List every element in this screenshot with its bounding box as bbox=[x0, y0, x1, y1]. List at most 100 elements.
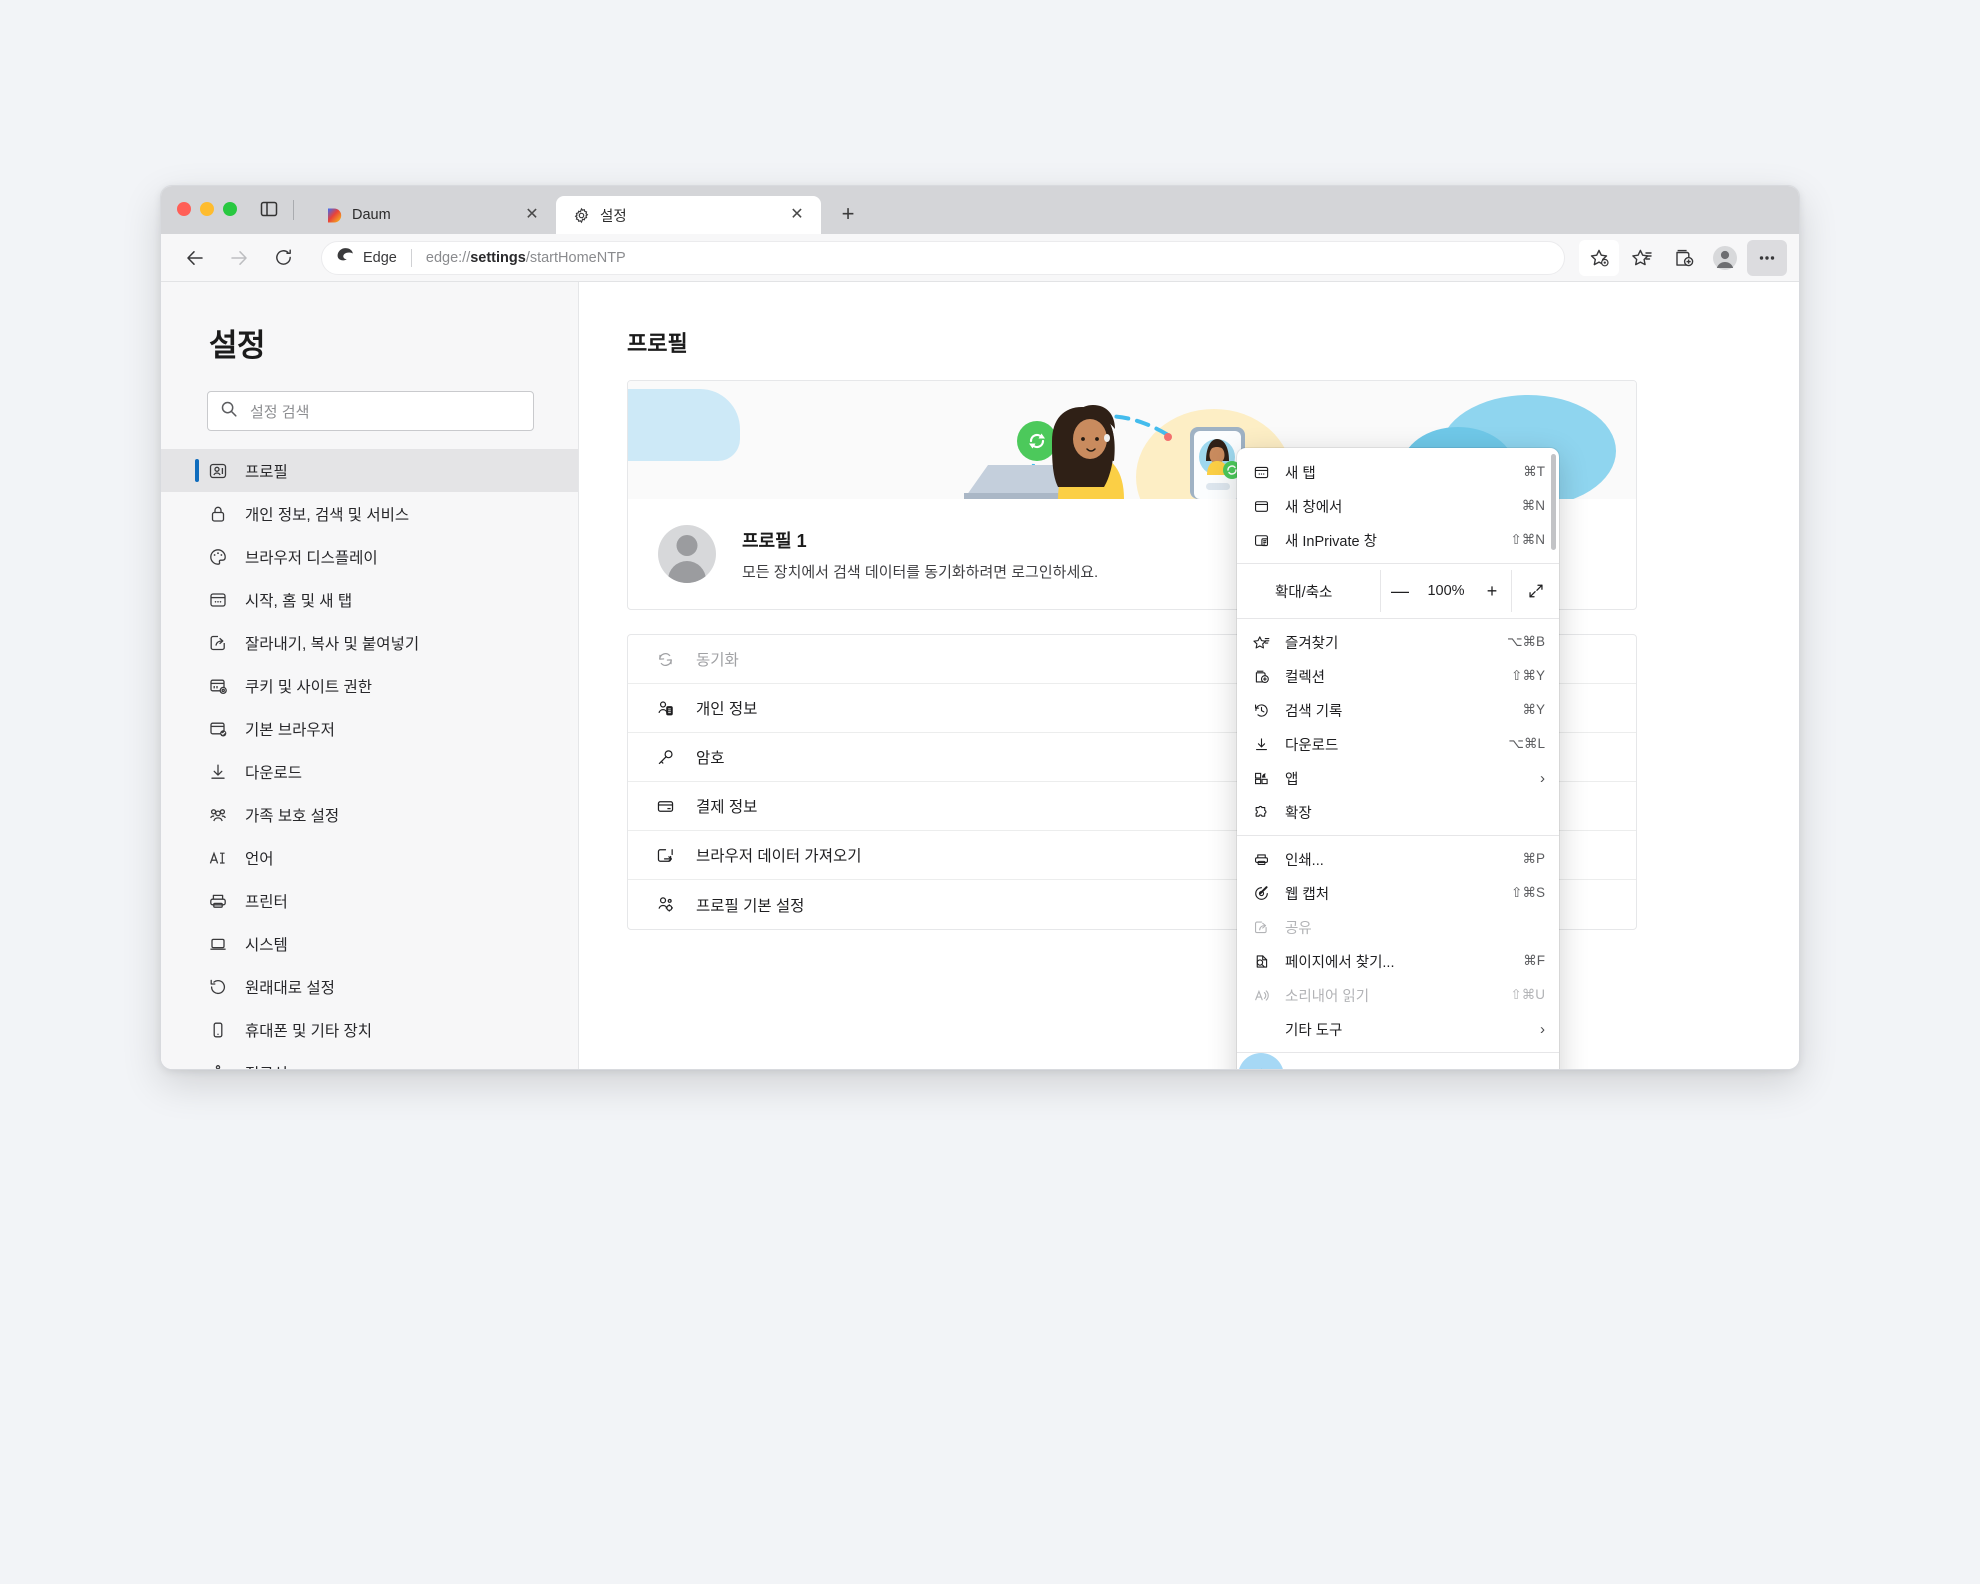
menu-item-new-tab[interactable]: 새 탭 ⌘T bbox=[1237, 455, 1559, 489]
tab-daum[interactable]: Daum ✕ bbox=[308, 196, 556, 234]
sidebar-item-label: 프로필 bbox=[245, 463, 288, 481]
menu-item-extensions[interactable]: 확장 bbox=[1237, 795, 1559, 829]
list-item-label: 개인 정보 bbox=[696, 701, 758, 718]
menu-item-label: 검색 기록 bbox=[1285, 703, 1343, 720]
menu-item-read-aloud[interactable]: 소리내어 읽기 ⇧⌘U bbox=[1237, 978, 1559, 1012]
menu-item-label: 인쇄... bbox=[1285, 852, 1324, 869]
more-options-icon[interactable] bbox=[1747, 239, 1787, 276]
menu-item-more-tools[interactable]: 기타 도구 › bbox=[1237, 1012, 1559, 1046]
profile-name: 프로필 1 bbox=[742, 530, 807, 551]
sidebar-item-cut-copy-paste[interactable]: 잘라내기, 복사 및 붙여넣기 bbox=[161, 621, 578, 664]
sidebar-item-printers[interactable]: 프린터 bbox=[161, 879, 578, 922]
new-tab-icon bbox=[1251, 462, 1271, 482]
sidebar-item-label: 접근성 bbox=[245, 1062, 288, 1070]
sidebar-item-system[interactable]: 시스템 bbox=[161, 922, 578, 965]
history-icon bbox=[1251, 700, 1271, 720]
forward-button[interactable] bbox=[221, 240, 257, 276]
zoom-controls: — 100% + bbox=[1380, 570, 1511, 612]
menu-item-shortcut: ⌥⌘B bbox=[1506, 634, 1545, 649]
traffic-lights bbox=[177, 186, 237, 234]
sidebar-item-start-home-newtab[interactable]: 시작, 홈 및 새 탭 bbox=[161, 578, 578, 621]
menu-item-new-window[interactable]: 새 창에서 ⌘N bbox=[1237, 489, 1559, 523]
sidebar-item-accessibility[interactable]: 접근성 bbox=[161, 1051, 578, 1070]
menu-item-find-on-page[interactable]: 페이지에서 찾기... ⌘F bbox=[1237, 944, 1559, 978]
download-icon bbox=[1251, 734, 1271, 754]
menu-item-downloads[interactable]: 다운로드 ⌥⌘L bbox=[1237, 727, 1559, 761]
sidebar-item-family-safety[interactable]: 가족 보호 설정 bbox=[161, 793, 578, 836]
url-input[interactable]: Edge edge://settings/startHomeNTP bbox=[321, 240, 1565, 275]
sidebar-item-cookies-permissions[interactable]: 쿠키 및 사이트 권한 bbox=[161, 664, 578, 707]
maximize-window-button[interactable] bbox=[223, 202, 237, 216]
menu-item-label: 다운로드 bbox=[1285, 737, 1339, 754]
download-icon bbox=[207, 761, 229, 783]
menu-item-label: 즐겨찾기 bbox=[1285, 635, 1339, 652]
sidebar-item-downloads[interactable]: 다운로드 bbox=[161, 750, 578, 793]
back-button[interactable] bbox=[177, 240, 213, 276]
sidebar-item-label: 원래대로 설정 bbox=[245, 979, 335, 997]
sidebar-nav: 프로필 개인 정보, 검색 및 서비스 브라우저 디스플레이 시작, 홈 및 새… bbox=[161, 449, 578, 1070]
system-icon bbox=[207, 933, 229, 955]
tab-actions-button[interactable] bbox=[259, 186, 279, 234]
reload-button[interactable] bbox=[265, 240, 301, 276]
collections-icon[interactable] bbox=[1663, 240, 1703, 276]
sidebar-item-label: 기본 브라우저 bbox=[245, 721, 335, 739]
menu-item-collections[interactable]: 컬렉션 ⇧⌘Y bbox=[1237, 659, 1559, 693]
sidebar-item-profile[interactable]: 프로필 bbox=[161, 449, 578, 492]
list-item-label: 브라우저 데이터 가져오기 bbox=[696, 848, 862, 865]
profile-avatar-icon[interactable] bbox=[1705, 240, 1745, 276]
sidebar-item-privacy[interactable]: 개인 정보, 검색 및 서비스 bbox=[161, 492, 578, 535]
sidebar-item-label: 다운로드 bbox=[245, 764, 303, 782]
zoom-in-button[interactable]: + bbox=[1473, 570, 1511, 612]
site-label: Edge bbox=[363, 249, 397, 266]
menu-item-label: 설정 bbox=[1285, 1066, 1514, 1070]
tab-divider bbox=[293, 200, 294, 220]
zoom-out-button[interactable]: — bbox=[1381, 570, 1419, 612]
menu-item-favorites[interactable]: 즐겨찾기 ⌥⌘B bbox=[1237, 625, 1559, 659]
apps-icon bbox=[1251, 768, 1271, 788]
menu-item-settings[interactable]: 설정 ⌘, bbox=[1237, 1059, 1559, 1070]
menu-item-new-inprivate-window[interactable]: 새 InPrivate 창 ⇧⌘N bbox=[1237, 523, 1559, 557]
sidebar-item-label: 브라우저 디스플레이 bbox=[245, 549, 378, 567]
search-icon bbox=[220, 400, 238, 423]
menu-item-history[interactable]: 검색 기록 ⌘Y bbox=[1237, 693, 1559, 727]
menu-item-shortcut: ⌘N bbox=[1521, 498, 1545, 513]
sidebar-item-appearance[interactable]: 브라우저 디스플레이 bbox=[161, 535, 578, 578]
close-window-button[interactable] bbox=[177, 202, 191, 216]
settings-sidebar: 설정 설정 검색 프로필 개인 정보, 검색 및 서비스 브라우저 디스플레이 … bbox=[161, 282, 579, 1070]
tab-title: 설정 bbox=[600, 208, 627, 225]
minimize-window-button[interactable] bbox=[200, 202, 214, 216]
add-favorite-icon[interactable] bbox=[1579, 239, 1619, 276]
search-input[interactable]: 설정 검색 bbox=[207, 391, 534, 431]
menu-item-print[interactable]: 인쇄... ⌘P bbox=[1237, 842, 1559, 876]
menu-item-share[interactable]: 공유 bbox=[1237, 910, 1559, 944]
menu-item-apps[interactable]: 앱 › bbox=[1237, 761, 1559, 795]
menu-item-web-capture[interactable]: 웹 캡처 ⇧⌘S bbox=[1237, 876, 1559, 910]
sidebar-item-languages[interactable]: 언어 bbox=[161, 836, 578, 879]
fullscreen-icon[interactable] bbox=[1511, 570, 1559, 612]
sidebar-item-reset[interactable]: 원래대로 설정 bbox=[161, 965, 578, 1008]
browser-window: Daum ✕ 설정 ✕ + Edge edge://settings/start… bbox=[160, 185, 1800, 1070]
edge-logo-icon bbox=[336, 246, 355, 269]
sidebar-item-label: 잘라내기, 복사 및 붙여넣기 bbox=[245, 635, 420, 653]
inprivate-icon bbox=[1251, 530, 1271, 550]
url-bold: settings bbox=[470, 249, 526, 266]
menu-divider bbox=[1237, 618, 1559, 619]
menu-item-label: 새 InPrivate 창 bbox=[1285, 533, 1377, 550]
menu-item-label: 웹 캡처 bbox=[1285, 886, 1330, 903]
close-tab-button[interactable]: ✕ bbox=[522, 205, 542, 225]
sidebar-item-phone-devices[interactable]: 휴대폰 및 기타 장치 bbox=[161, 1008, 578, 1051]
chevron-right-icon: › bbox=[1540, 769, 1545, 787]
close-tab-button[interactable]: ✕ bbox=[787, 205, 807, 225]
sidebar-item-default-browser[interactable]: 기본 브라우저 bbox=[161, 707, 578, 750]
zoom-value: 100% bbox=[1427, 583, 1465, 599]
default-browser-icon bbox=[207, 718, 229, 740]
menu-item-shortcut: ⇧⌘U bbox=[1510, 987, 1545, 1002]
gear-icon bbox=[572, 206, 590, 224]
new-tab-button[interactable]: + bbox=[831, 197, 865, 231]
profile-prefs-icon bbox=[654, 894, 676, 916]
tab-settings[interactable]: 설정 ✕ bbox=[556, 196, 821, 234]
menu-divider bbox=[1237, 1052, 1559, 1053]
sidebar-item-label: 가족 보호 설정 bbox=[245, 807, 340, 825]
favorites-icon[interactable] bbox=[1621, 240, 1661, 276]
menu-item-shortcut: ⌥⌘L bbox=[1508, 736, 1545, 751]
